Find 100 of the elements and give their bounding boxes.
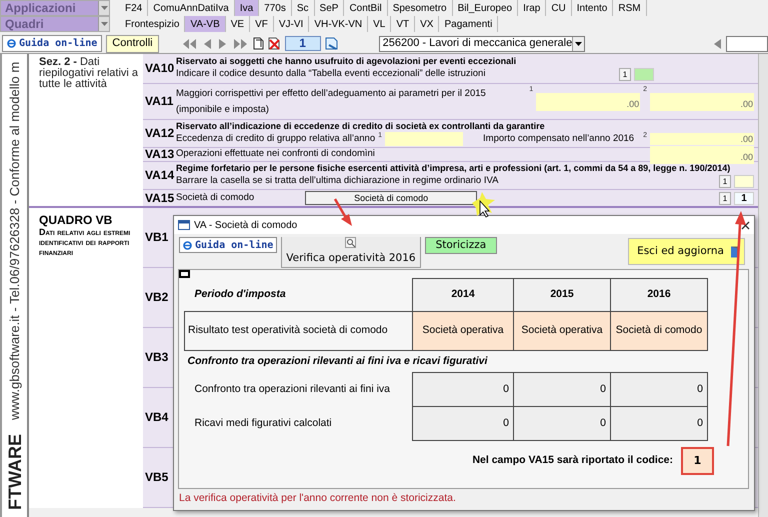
value-cell: 0 [412,406,514,440]
menu-tab[interactable]: Irap [518,0,546,16]
menu-tab[interactable]: VE [226,16,250,32]
menu-tab[interactable]: Pagamenti [439,16,498,32]
menu-tab[interactable]: VA-VB [185,16,226,32]
delete-page-icon[interactable] [268,37,281,50]
row-heading: Regime forfetario per le persone fisiche esercenti attività d’impresa, arti e professioni (art. 1, commi da 54 a 89, legge n. 190/2014) [176,162,730,174]
amount-field[interactable]: .00 [650,146,754,164]
dropdown-caret-icon [574,42,582,46]
e-logo-icon [183,240,192,250]
row-code: VA14 [145,169,174,182]
door-icon [730,246,740,258]
field-label: Importo compensato nell’anno 2016 [483,132,636,146]
row-code: VB4 [145,411,168,424]
menu-tab[interactable]: F24 [120,0,148,16]
year-header: 2015 [514,278,610,312]
field-index: 1 [619,68,631,80]
menu-tab[interactable]: VX [415,16,440,32]
result-cell: Società di comodo [610,312,708,350]
amount-field[interactable]: .00 [650,133,754,145]
menu-tab[interactable]: Spesometro [388,0,453,16]
help-button[interactable]: Guida on-line [2,35,102,52]
section-subtitle: Dati relativi agli estremi identificativi dei rapporti finanziari [39,227,132,257]
code-label: Nel campo VA15 sarà riportato il codice: [472,453,673,468]
row-code: VA10 [145,62,174,75]
row-code: VA12 [145,127,174,140]
menu-tab[interactable]: Bil_Europeo [452,0,518,16]
value-cell: 0 [610,406,708,440]
scroll-left-icon[interactable] [714,38,722,48]
value-cell: 0 [514,406,610,440]
menu-tab[interactable]: Sc [292,0,315,16]
warning-text: La verifica operatività per l'anno corrente non è storicizzata. [178,491,457,506]
menu-tab[interactable]: VF [250,16,274,32]
dropdown-caret-icon [100,22,108,26]
menu-tab[interactable]: CU [546,0,572,16]
dialog-title: VA - Società di comodo [194,218,298,232]
first-page-icon[interactable] [180,38,197,50]
verify-button[interactable]: Verifica operatività 2016 [281,237,421,268]
row-code: VB1 [145,231,168,244]
code-field[interactable] [634,68,654,80]
row-code: VA15 [145,192,174,204]
menu-tab[interactable]: ContBil [344,0,388,16]
page-number-field[interactable]: 1 [284,36,321,51]
e-logo-icon [7,39,16,48]
menu-tab[interactable]: VH-VK-VN [309,16,368,32]
window-icon [178,220,190,230]
value-cell: 0 [412,372,514,406]
code-field[interactable]: 1 [734,192,754,204]
help-button[interactable]: Guida on-line [179,237,278,253]
amount-field[interactable]: .00 [536,92,640,110]
search-field[interactable] [726,36,768,52]
section-title: Sez. 2 - Dati riepilogativi relativi a tutte le attività [39,57,139,90]
exit-button[interactable]: Esci ed aggiorna [628,238,745,265]
menu-tab[interactable]: Intento [572,0,614,16]
amount-field[interactable]: .00 [650,92,754,110]
activity-dropdown[interactable]: 256200 - Lavori di meccanica generale [378,36,585,52]
value-cell: 0 [514,372,610,406]
field-index: 1 [719,174,731,188]
row-code: VB3 [145,351,168,364]
row-heading: Riservato all’indicazione di eccedenze di credito di società ex controllanti da garantire [176,120,545,132]
menu-tab[interactable]: VJ-VI [274,16,310,32]
menu-tab[interactable]: SeP [314,0,344,16]
result-label: Risultato test operatività società di comodo [184,312,412,350]
row-code: VB2 [145,291,168,304]
check-field[interactable] [734,174,754,188]
comparison-label: Confronto tra operazioni rilevanti ai fini iva [184,372,412,406]
controls-button[interactable]: Controlli [106,34,159,52]
section-title: QUADRO VB [39,212,114,227]
scroll-bar[interactable] [758,54,768,517]
menu-tab[interactable]: RSM [613,0,647,16]
open-button[interactable]: Società di comodo [305,191,478,205]
row-label: Barrare la casella se si tratta dell’ultima dichiarazione in regime ordinario IVA [176,174,498,188]
row-label: Società di comodo [176,190,254,205]
comparison-label: Ricavi medi figurativi calcolati [184,406,412,440]
comparison-title: Confronto tra operazioni rilevanti ai fini iva e ricavi figurativi [184,350,708,372]
row-label: Operazioni effettuate nei confronti di condomìni [176,147,375,162]
row-code: VA11 [145,95,174,108]
row-code: VB5 [145,471,168,484]
menu-tab[interactable]: VL [368,16,392,32]
result-cell: Società operativa [412,312,514,350]
brand-text: FTWARE [4,434,24,510]
archive-button[interactable]: Storicizza [424,237,498,254]
contact-text: www.gbsoftware.it - Tel.06/97626328 - Conforme al modello m [6,62,22,420]
value-cell: 0 [610,372,708,406]
new-page-icon[interactable] [252,37,264,50]
code-value: 1 [681,447,714,475]
find-page-icon[interactable] [324,37,339,50]
row-label: Eccedenza di credito di gruppo relativa all’anno [176,132,376,146]
row-code: VA13 [145,148,174,161]
year-header: 2014 [412,278,514,312]
close-icon[interactable] [741,220,750,230]
menu-tab[interactable]: Iva [234,0,260,16]
field-index: 1 [719,192,731,204]
result-cell: Società operativa [514,312,610,350]
year-field[interactable] [385,132,464,146]
row-label: (imponibile e imposta) [176,102,270,116]
menu-tab[interactable]: VT [391,16,416,32]
menu-tab[interactable]: 770s [259,0,292,16]
dropdown-caret-icon [100,6,108,10]
row-label: Indicare il codice desunto dalla “Tabella eventi eccezionali” delle istruzioni [176,66,486,81]
